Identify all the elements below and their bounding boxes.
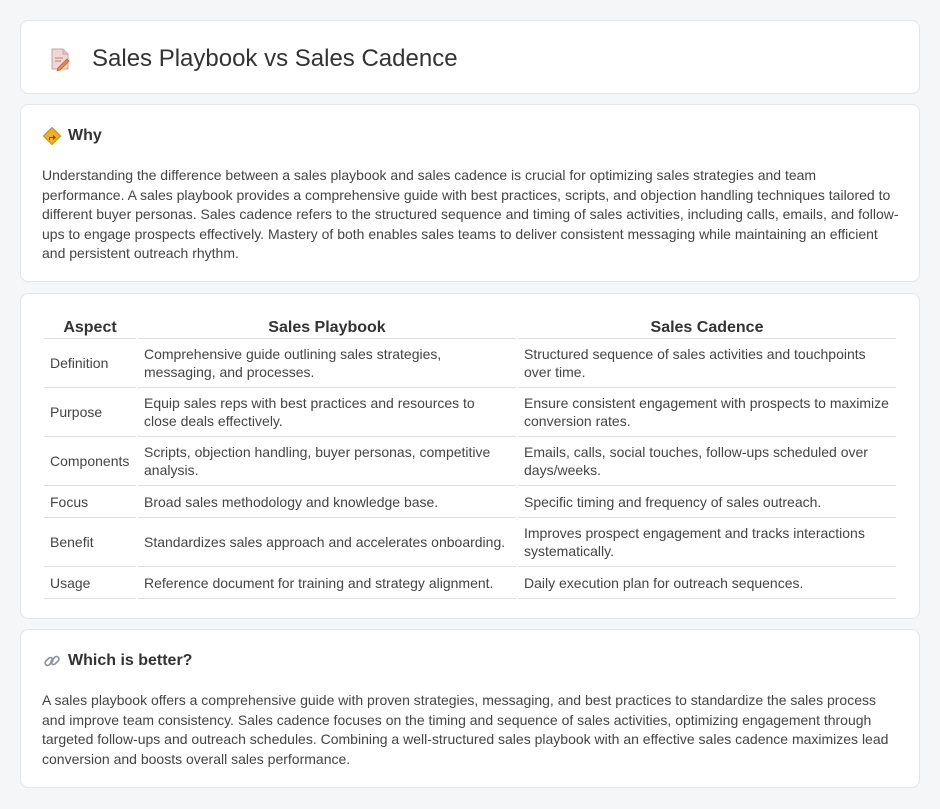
table-row: Focus Broad sales methodology and knowle… — [44, 486, 896, 518]
comparison-table: Aspect Sales Playbook Sales Cadence Defi… — [42, 316, 898, 599]
playbook-cell: Comprehensive guide outlining sales stra… — [138, 339, 516, 388]
aspect-cell: Focus — [44, 486, 136, 518]
table-row: Purpose Equip sales reps with best pract… — [44, 388, 896, 437]
why-heading-row: Why — [43, 127, 102, 145]
header-aspect: Aspect — [44, 316, 136, 339]
playbook-cell: Broad sales methodology and knowledge ba… — [138, 486, 516, 518]
title-card: Sales Playbook vs Sales Cadence — [20, 20, 920, 94]
comparison-section: Aspect Sales Playbook Sales Cadence Defi… — [20, 293, 920, 619]
table-row: Components Scripts, objection handling, … — [44, 437, 896, 486]
cadence-cell: Daily execution plan for outreach sequen… — [518, 567, 896, 599]
why-section: Why Understanding the difference between… — [20, 104, 920, 282]
link-icon — [44, 655, 60, 667]
aspect-cell: Definition — [44, 339, 136, 388]
cadence-cell: Emails, calls, social touches, follow-up… — [518, 437, 896, 486]
why-text: Understanding the difference between a s… — [42, 167, 899, 261]
aspect-cell: Usage — [44, 567, 136, 599]
header-sales-cadence: Sales Cadence — [518, 316, 896, 339]
aspect-cell: Components — [44, 437, 136, 486]
table-row: Benefit Standardizes sales approach and … — [44, 518, 896, 567]
cadence-cell: Improves prospect engagement and tracks … — [518, 518, 896, 567]
playbook-cell: Scripts, objection handling, buyer perso… — [138, 437, 516, 486]
playbook-cell: Equip sales reps with best practices and… — [138, 388, 516, 437]
better-heading: Which is better? — [68, 652, 193, 669]
aspect-cell: Purpose — [44, 388, 136, 437]
playbook-cell: Reference document for training and stra… — [138, 567, 516, 599]
cadence-cell: Ensure consistent engagement with prospe… — [518, 388, 896, 437]
document-pencil-icon — [51, 48, 70, 71]
table-row: Definition Comprehensive guide outlining… — [44, 339, 896, 388]
road-sign-icon — [43, 127, 61, 145]
table-header-row: Aspect Sales Playbook Sales Cadence — [44, 316, 896, 339]
which-is-better-section: Which is better? A sales playbook offers… — [20, 629, 920, 788]
playbook-cell: Standardizes sales approach and accelera… — [138, 518, 516, 567]
better-heading-row: Which is better? — [43, 652, 192, 670]
cadence-cell: Structured sequence of sales activities … — [518, 339, 896, 388]
page-title: Sales Playbook vs Sales Cadence — [92, 45, 458, 72]
cadence-cell: Specific timing and frequency of sales o… — [518, 486, 896, 518]
header-sales-playbook: Sales Playbook — [138, 316, 516, 339]
aspect-cell: Benefit — [44, 518, 136, 567]
table-row: Usage Reference document for training an… — [44, 567, 896, 599]
why-heading: Why — [68, 127, 102, 144]
better-text: A sales playbook offers a comprehensive … — [42, 692, 889, 767]
